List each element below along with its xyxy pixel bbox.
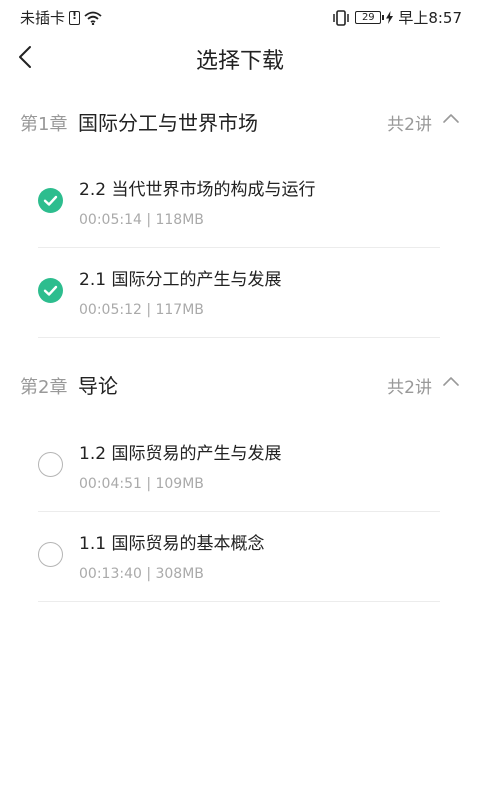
checkmark-icon — [43, 285, 58, 296]
lesson-title: 2.1 国际分工的产生与发展 — [79, 270, 282, 290]
sim-alert-icon — [69, 9, 81, 25]
page-title: 选择下载 — [195, 49, 284, 74]
lesson-meta: 00:05:14 | 118MB — [79, 212, 204, 228]
header: 选择下载 — [0, 34, 480, 80]
lesson-title: 1.2 国际贸易的产生与发展 — [79, 444, 282, 464]
lesson-title: 1.1 国际贸易的基本概念 — [79, 534, 265, 554]
chapter-lesson-count: 共2讲 — [387, 115, 432, 135]
vibrate-icon — [333, 9, 350, 26]
checkbox-checked[interactable] — [38, 278, 63, 303]
collapse-button[interactable] — [440, 108, 462, 130]
charging-icon — [386, 11, 394, 24]
battery-level: 29 — [361, 11, 375, 23]
checkbox-unchecked[interactable] — [38, 452, 63, 477]
collapse-button[interactable] — [440, 371, 462, 393]
chapter-header[interactable]: 第1章 国际分工与世界市场 共2讲 — [0, 102, 480, 142]
chapter-header[interactable]: 第2章 导论 共2讲 — [0, 365, 480, 405]
chapter-number: 第1章 — [20, 114, 68, 135]
chapter-title: 导论 — [78, 374, 118, 398]
lesson-item[interactable]: 2.1 国际分工的产生与发展 00:05:12 | 117MB — [38, 248, 440, 338]
checkbox-checked[interactable] — [38, 188, 63, 213]
status-right: 29 早上8:57 — [332, 7, 462, 28]
chapter-number: 第2章 — [20, 377, 68, 398]
chevron-up-icon — [443, 114, 459, 123]
checkmark-icon — [43, 195, 58, 206]
status-left: 未插卡 — [20, 7, 102, 28]
lesson-meta: 00:13:40 | 308MB — [79, 566, 204, 582]
lesson-title: 2.2 当代世界市场的构成与运行 — [79, 180, 316, 200]
wifi-icon — [84, 11, 102, 25]
carrier-text: 未插卡 — [20, 9, 66, 27]
chevron-up-icon — [443, 377, 459, 386]
lesson-item[interactable]: 1.1 国际贸易的基本概念 00:13:40 | 308MB — [38, 512, 440, 602]
checkbox-unchecked[interactable] — [38, 542, 63, 567]
lesson-item[interactable]: 2.2 当代世界市场的构成与运行 00:05:14 | 118MB — [38, 158, 440, 248]
chapter-lesson-count: 共2讲 — [387, 378, 432, 398]
chapter-title: 国际分工与世界市场 — [78, 111, 258, 135]
lesson-meta: 00:04:51 | 109MB — [79, 476, 204, 492]
lesson-meta: 00:05:12 | 117MB — [79, 302, 204, 318]
lesson-item[interactable]: 1.2 国际贸易的产生与发展 00:04:51 | 109MB — [38, 422, 440, 512]
clock-text: 早上8:57 — [398, 9, 462, 27]
battery-icon: 29 — [355, 11, 385, 24]
status-bar: 未插卡 29 早上8:57 — [0, 0, 480, 34]
